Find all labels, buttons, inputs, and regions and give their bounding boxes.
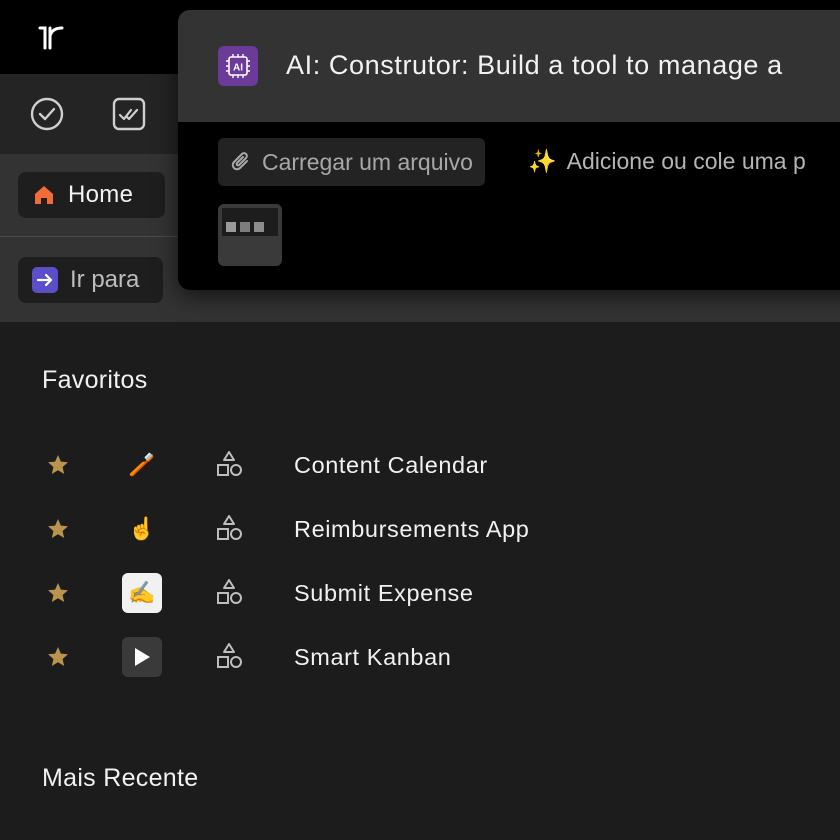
star-icon[interactable] — [46, 581, 70, 605]
logo-icon[interactable] — [36, 24, 66, 50]
star-icon[interactable] — [46, 453, 70, 477]
paperclip-icon — [231, 152, 248, 171]
app-emoji-icon: ☝️ — [122, 509, 162, 549]
goto-label: Ir para — [70, 266, 140, 293]
favorite-item-name: Smart Kanban — [294, 644, 452, 670]
ai-chip-icon: AI — [218, 46, 258, 86]
favorite-item[interactable]: 🪥 Content Calendar — [0, 437, 840, 493]
upload-label: Carregar um arquivo — [262, 148, 473, 175]
shapes-icon — [217, 515, 242, 540]
check-circle-icon[interactable] — [29, 96, 65, 132]
ai-builder-dialog: AI AI: Construtor: Build a tool to manag… — [178, 10, 840, 290]
ai-badge-text: AI — [233, 63, 243, 74]
arrow-right-icon — [32, 267, 58, 293]
attachment-thumbnail[interactable] — [218, 204, 282, 266]
favorite-item-name: Content Calendar — [294, 452, 488, 478]
star-icon[interactable] — [46, 517, 70, 541]
home-label: Home — [68, 181, 134, 208]
home-button[interactable]: Home — [18, 172, 165, 218]
dialog-title: AI: Construtor: Build a tool to manage a — [286, 50, 783, 80]
favorite-item[interactable]: ☝️ Reimbursements App — [0, 501, 840, 557]
shapes-icon — [217, 451, 242, 476]
app-emoji-icon — [122, 637, 162, 677]
favorite-item[interactable]: Smart Kanban — [0, 629, 840, 685]
star-icon[interactable] — [46, 645, 70, 669]
app-emoji-icon: 🪥 — [122, 445, 162, 485]
home-icon — [35, 186, 53, 204]
goto-button[interactable]: Ir para — [18, 257, 163, 303]
favorite-item-name: Submit Expense — [294, 580, 474, 606]
double-check-icon[interactable] — [111, 96, 147, 132]
shapes-icon — [217, 643, 242, 668]
play-icon — [135, 648, 150, 666]
prompt-placeholder: Adicione ou cole uma p — [566, 148, 806, 174]
favorite-item[interactable]: ✍️ Submit Expense — [0, 565, 840, 621]
favorites-heading: Favoritos — [42, 366, 148, 394]
shapes-icon — [217, 579, 242, 604]
app-emoji-icon: ✍️ — [122, 573, 162, 613]
sparkle-icon: ✨ — [528, 148, 557, 174]
recent-heading: Mais Recente — [42, 764, 199, 792]
upload-file-button[interactable]: Carregar um arquivo — [218, 138, 485, 186]
favorite-item-name: Reimbursements App — [294, 516, 530, 542]
prompt-input[interactable]: ✨ Adicione ou cole uma p — [528, 148, 806, 175]
